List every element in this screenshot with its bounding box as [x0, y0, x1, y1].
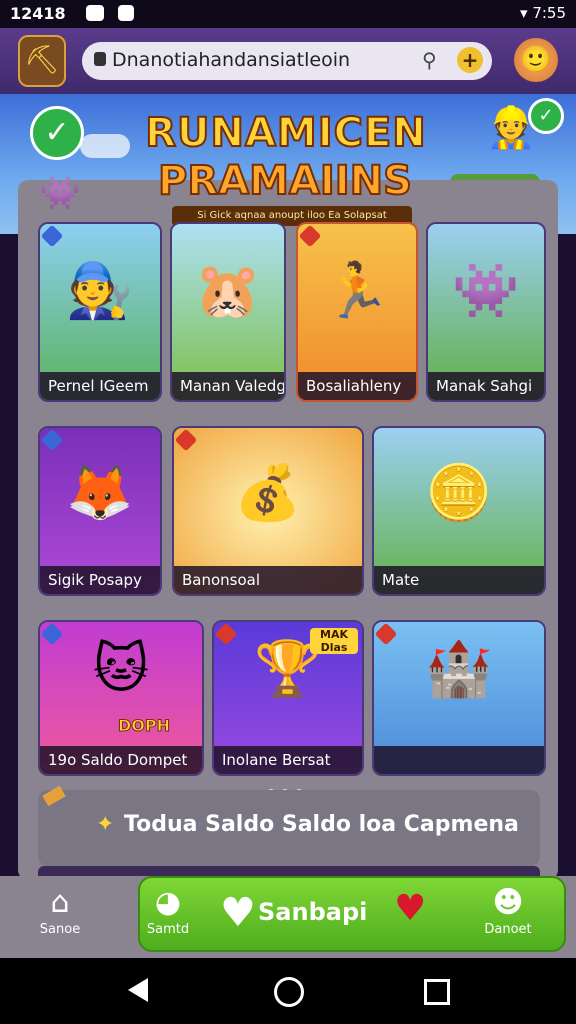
nav-saved[interactable]: ◕ Samtd: [128, 884, 208, 937]
status-right: ▾ 7:55: [520, 4, 566, 22]
game-card[interactable]: 🪙 Mate: [372, 426, 546, 596]
account-icon: ☻: [492, 885, 524, 920]
game-card[interactable]: 🧑‍🔧 Pernel IGeem: [38, 222, 162, 402]
cloud-decoration: [80, 134, 130, 158]
status-bar: 12418 ▾ 7:55: [0, 0, 576, 28]
coin-icon: 🪙: [425, 461, 493, 525]
recents-icon[interactable]: [424, 979, 450, 1005]
home-circle-icon[interactable]: [274, 977, 304, 1007]
character-avatar-icon[interactable]: 🙂: [514, 38, 558, 82]
address-bar[interactable]: Dnanotiahandansiatleoin ⚲ +: [82, 42, 492, 80]
heart-icon: ♥: [220, 890, 256, 936]
banner-title-line2: PRAMAIINS: [157, 157, 413, 205]
game-label: Sigik Posapy: [40, 566, 160, 594]
treasure-icon: 💰: [234, 461, 302, 525]
miner-avatar-icon[interactable]: ⛏: [18, 35, 66, 87]
add-icon[interactable]: +: [457, 47, 483, 73]
banner-title-line1: RUNAMICEN: [144, 109, 427, 157]
gallery-icon: [118, 5, 134, 21]
promo-strip: [38, 866, 540, 876]
nav-home-label: Sanoe: [39, 922, 81, 937]
card-sign: MAK Dlas: [310, 628, 358, 654]
game-label: Mate: [374, 566, 544, 594]
main-action-label: Sanbapi: [258, 898, 368, 926]
saved-icon: ◕: [154, 885, 182, 920]
nav-account[interactable]: ☻ Danoet: [468, 884, 548, 937]
url-text: Dnanotiahandansiatleoin: [112, 49, 351, 71]
status-time: 12418: [10, 4, 66, 23]
card-sign: DOPH: [118, 716, 171, 736]
purple-monster-icon: 👾: [452, 259, 520, 323]
fox-icon: 🦊: [66, 461, 134, 525]
pink-monster-icon: 👾: [40, 174, 80, 212]
game-card[interactable]: 🐹 Manan Valedg: [170, 222, 286, 402]
game-label: Inolane Bersat: [214, 746, 362, 774]
location-pin-icon[interactable]: ⚲: [422, 48, 437, 72]
miner-character-icon: 👷: [486, 105, 536, 151]
promo-banner[interactable]: ✦ Todua Saldo Saldo loa Capmena: [38, 785, 540, 866]
nav-home[interactable]: ⌂ Sanoe: [20, 884, 100, 937]
nav-account-label: Danoet: [484, 922, 532, 937]
red-heart-icon: ♥: [394, 888, 427, 929]
hero-character-icon: 🧑‍🔧: [66, 259, 134, 323]
promo-text: Todua Saldo Saldo loa Capmena: [124, 812, 519, 837]
game-card[interactable]: 👾 Manak Sahgi: [426, 222, 546, 402]
game-card[interactable]: 🐱 DOPH 19o Saldo Dompet: [38, 620, 204, 776]
game-label: Manan Valedg: [172, 372, 284, 400]
game-card[interactable]: 🏃 Bosaliahleny: [296, 222, 418, 402]
game-label: Banonsoal: [174, 566, 362, 594]
game-card[interactable]: 🏆 MAK Dlas Inolane Bersat: [212, 620, 364, 776]
game-label: [374, 746, 544, 774]
back-icon[interactable]: [128, 978, 148, 1002]
notification-icon: [86, 5, 104, 21]
cat-character-icon: 🐱: [92, 637, 150, 701]
game-card[interactable]: 💰 Banonsoal: [172, 426, 364, 596]
game-card[interactable]: 🦊 Sigik Posapy: [38, 426, 162, 596]
lock-icon: [94, 52, 106, 66]
castle-icon: 🏰: [425, 637, 493, 701]
critter-icon: 🐹: [194, 259, 262, 323]
game-label: 19o Saldo Dompet: [40, 746, 202, 774]
game-label: Manak Sahgi: [428, 372, 544, 400]
nav-saved-label: Samtd: [146, 922, 190, 937]
home-icon: ⌂: [50, 885, 70, 920]
runner-icon: 🏃: [323, 259, 391, 323]
star-icon: ✦: [96, 812, 115, 837]
check-badge-icon: ✓: [30, 106, 84, 160]
game-card[interactable]: 🏰: [372, 620, 546, 776]
game-label: Bosaliahleny: [298, 372, 416, 400]
game-label: Pernel IGeem: [40, 372, 160, 400]
